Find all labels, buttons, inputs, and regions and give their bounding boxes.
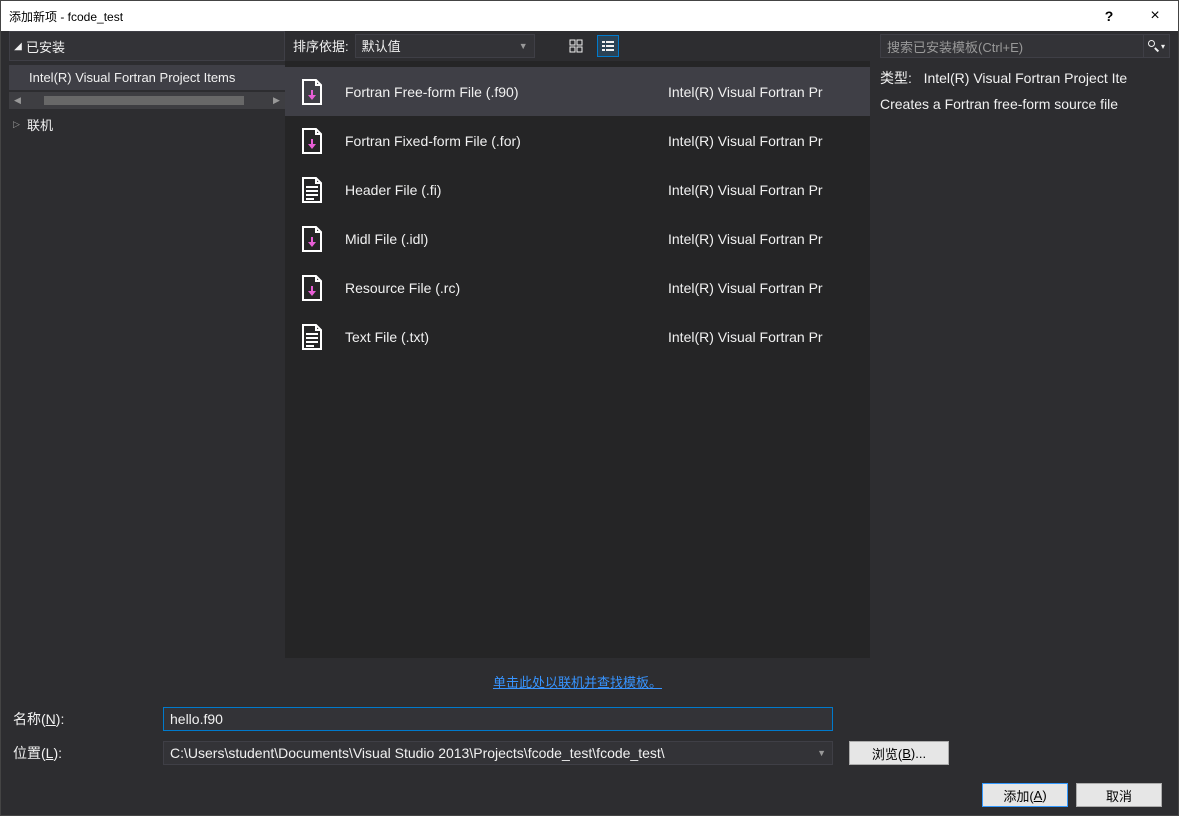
add-button[interactable]: 添加(A) <box>982 783 1068 807</box>
name-input[interactable]: hello.f90 <box>163 707 833 731</box>
template-name: Midl File (.idl) <box>345 231 668 247</box>
template-row[interactable]: Resource File (.rc)Intel(R) Visual Fortr… <box>285 263 870 312</box>
location-label: 位置(L): <box>13 743 163 763</box>
file-icon <box>297 126 327 156</box>
template-name: Text File (.txt) <box>345 329 668 345</box>
scroll-right-icon[interactable]: ▶ <box>268 92 285 109</box>
view-medium-icons-button[interactable] <box>565 35 587 57</box>
sidebar-installed-label: 已安装 <box>26 37 65 56</box>
file-icon <box>297 224 327 254</box>
file-form: 名称(N): hello.f90 位置(L): C:\Users\student… <box>9 699 1170 807</box>
titlebar: 添加新项 - fcode_test ? × <box>1 1 1178 31</box>
grid-view-icon <box>569 39 583 53</box>
template-category: Intel(R) Visual Fortran Pr <box>668 133 858 149</box>
type-label: 类型: <box>880 69 912 89</box>
online-search-link[interactable]: 单击此处以联机并查找模板。 <box>493 675 662 690</box>
search-button[interactable]: ▾ <box>1144 34 1170 58</box>
sort-dropdown[interactable]: 默认值 ▼ <box>355 34 535 58</box>
location-dropdown[interactable]: C:\Users\student\Documents\Visual Studio… <box>163 741 833 765</box>
sort-label: 排序依据: <box>293 36 349 55</box>
template-list: Fortran Free-form File (.f90)Intel(R) Vi… <box>285 61 870 658</box>
template-row[interactable]: Fortran Free-form File (.f90)Intel(R) Vi… <box>285 67 870 116</box>
scrollbar-thumb[interactable] <box>44 96 244 105</box>
add-new-item-dialog: 添加新项 - fcode_test ? × ◢ 已安装 Intel(R) Vis… <box>0 0 1179 816</box>
name-label: 名称(N): <box>13 709 163 729</box>
dropdown-caret-icon: ▼ <box>519 41 528 51</box>
template-name: Resource File (.rc) <box>345 280 668 296</box>
template-type-line: 类型: Intel(R) Visual Fortran Project Ite <box>880 69 1170 89</box>
template-name: Fortran Fixed-form File (.for) <box>345 133 668 149</box>
cancel-button[interactable]: 取消 <box>1076 783 1162 807</box>
view-list-button[interactable] <box>597 35 619 57</box>
search-templates-input[interactable]: 搜索已安装模板(Ctrl+E) <box>880 34 1144 58</box>
file-icon <box>297 77 327 107</box>
sidebar-item-fortran-project-items[interactable]: Intel(R) Visual Fortran Project Items <box>9 65 285 90</box>
template-row[interactable]: Header File (.fi)Intel(R) Visual Fortran… <box>285 165 870 214</box>
sidebar-installed-header[interactable]: ◢ 已安装 <box>9 31 285 61</box>
search-icon <box>1148 40 1160 52</box>
collapse-icon: ◢ <box>10 41 26 52</box>
scroll-left-icon[interactable]: ◀ <box>9 92 26 109</box>
window-title: 添加新项 - fcode_test <box>9 8 123 25</box>
file-icon <box>297 322 327 352</box>
template-category: Intel(R) Visual Fortran Pr <box>668 231 858 247</box>
template-category: Intel(R) Visual Fortran Pr <box>668 329 858 345</box>
template-toolbar: 排序依据: 默认值 ▼ <box>285 31 870 61</box>
dropdown-caret-icon: ▾ <box>1161 42 1165 51</box>
category-sidebar: ◢ 已安装 Intel(R) Visual Fortran Project It… <box>9 31 285 699</box>
close-button[interactable]: × <box>1132 1 1178 31</box>
template-category: Intel(R) Visual Fortran Pr <box>668 84 858 100</box>
type-value: Intel(R) Visual Fortran Project Ite <box>924 70 1128 86</box>
help-button[interactable]: ? <box>1086 1 1132 31</box>
template-list-panel: 排序依据: 默认值 ▼ <box>285 31 870 699</box>
template-name: Header File (.fi) <box>345 182 668 198</box>
dropdown-caret-icon: ▼ <box>817 748 826 758</box>
template-category: Intel(R) Visual Fortran Pr <box>668 182 858 198</box>
online-search-link-container: 单击此处以联机并查找模板。 <box>285 658 870 699</box>
info-panel: 搜索已安装模板(Ctrl+E) ▾ 类型: Intel(R) Visu <box>870 31 1170 699</box>
file-icon <box>297 273 327 303</box>
sidebar-online-header[interactable]: ▷ 联机 <box>9 109 285 140</box>
file-icon <box>297 175 327 205</box>
expand-icon: ▷ <box>13 119 27 130</box>
sort-value: 默认值 <box>362 36 401 55</box>
template-description: Creates a Fortran free-form source file <box>880 95 1170 115</box>
list-view-icon <box>601 39 615 53</box>
template-row[interactable]: Midl File (.idl)Intel(R) Visual Fortran … <box>285 214 870 263</box>
sidebar-horizontal-scrollbar[interactable]: ◀ ▶ <box>9 92 285 109</box>
search-placeholder: 搜索已安装模板(Ctrl+E) <box>887 37 1023 56</box>
template-category: Intel(R) Visual Fortran Pr <box>668 280 858 296</box>
browse-button[interactable]: 浏览(B)... <box>849 741 949 765</box>
template-name: Fortran Free-form File (.f90) <box>345 84 668 100</box>
sidebar-online-label: 联机 <box>27 115 53 134</box>
template-row[interactable]: Text File (.txt)Intel(R) Visual Fortran … <box>285 312 870 361</box>
location-value: C:\Users\student\Documents\Visual Studio… <box>170 745 665 761</box>
template-row[interactable]: Fortran Fixed-form File (.for)Intel(R) V… <box>285 116 870 165</box>
